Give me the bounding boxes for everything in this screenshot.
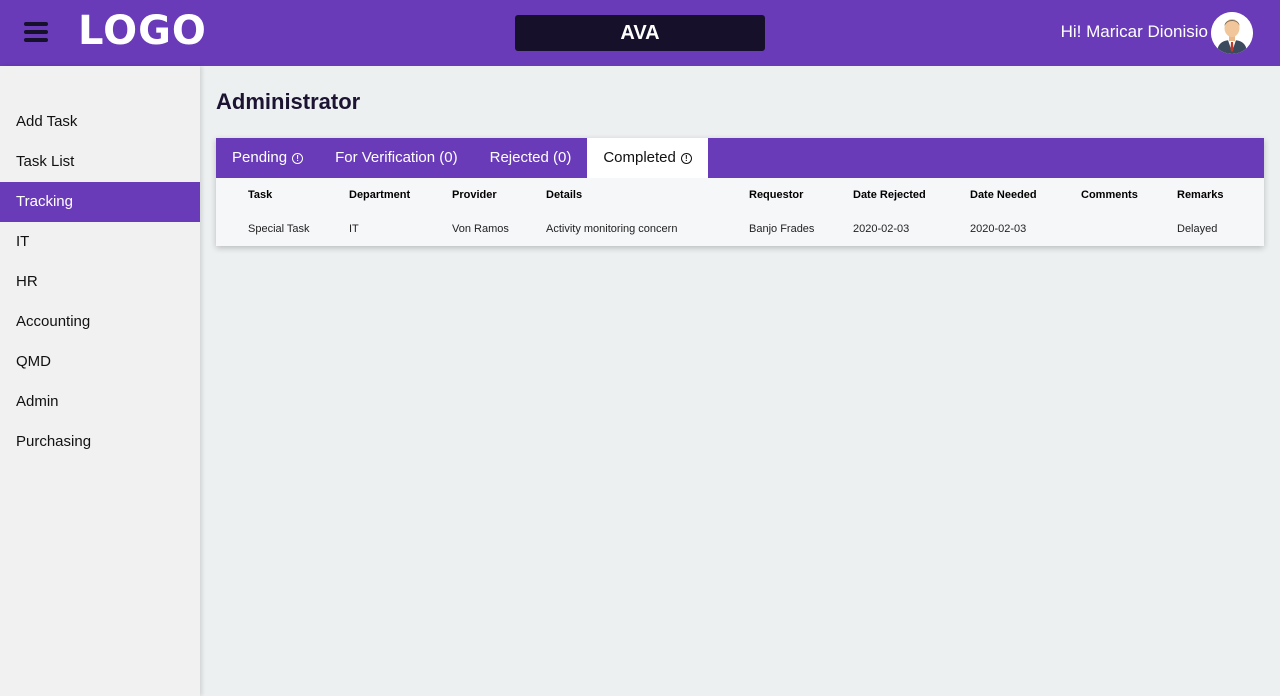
status-tabs: Pending ! For Verification (0) Rejected … xyxy=(216,138,1264,178)
app-name-badge: AVA xyxy=(515,15,765,51)
column-header-department[interactable]: Department xyxy=(349,178,452,212)
sidebar-item-tracking[interactable]: Tracking xyxy=(0,182,200,222)
sidebar-item-accounting[interactable]: Accounting xyxy=(0,302,200,342)
page-title: Administrator xyxy=(216,89,361,114)
sidebar-item-admin[interactable]: Admin xyxy=(0,382,200,422)
column-header-task[interactable]: Task xyxy=(248,178,349,212)
sidebar-item-add-task[interactable]: Add Task xyxy=(0,102,200,142)
cell-date-needed: 2020-02-03 xyxy=(970,223,1027,235)
column-header-requestor[interactable]: Requestor xyxy=(749,178,853,212)
user-avatar-icon[interactable] xyxy=(1211,12,1253,54)
tab-pending-label: Pending xyxy=(232,149,288,166)
sidebar: Add Task Task List Tracking IT HR Accoun… xyxy=(0,66,200,696)
info-icon: ! xyxy=(292,152,304,164)
tab-for-verification[interactable]: For Verification (0) xyxy=(319,138,474,178)
table-header-row: Task Department Provider Details Request… xyxy=(216,178,1264,212)
column-header-comments[interactable]: Comments xyxy=(1081,178,1177,212)
hamburger-icon[interactable] xyxy=(22,18,50,46)
tab-rejected-label: Rejected (0) xyxy=(489,149,572,166)
cell-date-rejected: 2020-02-03 xyxy=(853,223,910,235)
cell-comments xyxy=(1081,212,1177,246)
info-icon: ! xyxy=(680,152,692,164)
user-greeting: Hi! Maricar Dionisio xyxy=(1060,22,1208,41)
task-table: Task Department Provider Details Request… xyxy=(216,178,1264,246)
tab-rejected[interactable]: Rejected (0) xyxy=(474,138,588,178)
tab-pending[interactable]: Pending ! xyxy=(216,138,319,178)
cell-task: Special Task xyxy=(248,223,310,235)
top-bar: LOGO AVA Hi! Maricar Dionisio xyxy=(0,0,1280,66)
column-header-details[interactable]: Details xyxy=(546,178,749,212)
tab-for-verification-label: For Verification (0) xyxy=(335,149,458,166)
table-row[interactable]: Special Task IT Von Ramos Activity monit… xyxy=(216,212,1264,246)
cell-remarks: Delayed xyxy=(1177,223,1218,235)
cell-provider: Von Ramos xyxy=(452,223,509,235)
task-tracking-card: Pending ! For Verification (0) Rejected … xyxy=(216,138,1264,246)
tab-completed[interactable]: Completed ! xyxy=(587,138,708,178)
cell-requestor: Banjo Frades xyxy=(749,223,815,235)
column-header-provider[interactable]: Provider xyxy=(452,178,546,212)
column-header-date-rejected[interactable]: Date Rejected xyxy=(853,178,970,212)
logo[interactable]: LOGO xyxy=(78,9,207,53)
column-header-remarks[interactable]: Remarks xyxy=(1177,178,1264,212)
cell-details: Activity monitoring concern xyxy=(546,223,678,235)
sidebar-item-hr[interactable]: HR xyxy=(0,262,200,302)
column-header-date-needed[interactable]: Date Needed xyxy=(970,178,1081,212)
tab-completed-label: Completed xyxy=(603,149,676,166)
cell-department: IT xyxy=(349,223,359,235)
sidebar-item-qmd[interactable]: QMD xyxy=(0,342,200,382)
sidebar-item-purchasing[interactable]: Purchasing xyxy=(0,422,200,462)
sidebar-item-task-list[interactable]: Task List xyxy=(0,142,200,182)
sidebar-nav: Add Task Task List Tracking IT HR Accoun… xyxy=(0,102,200,462)
sidebar-item-it[interactable]: IT xyxy=(0,222,200,262)
